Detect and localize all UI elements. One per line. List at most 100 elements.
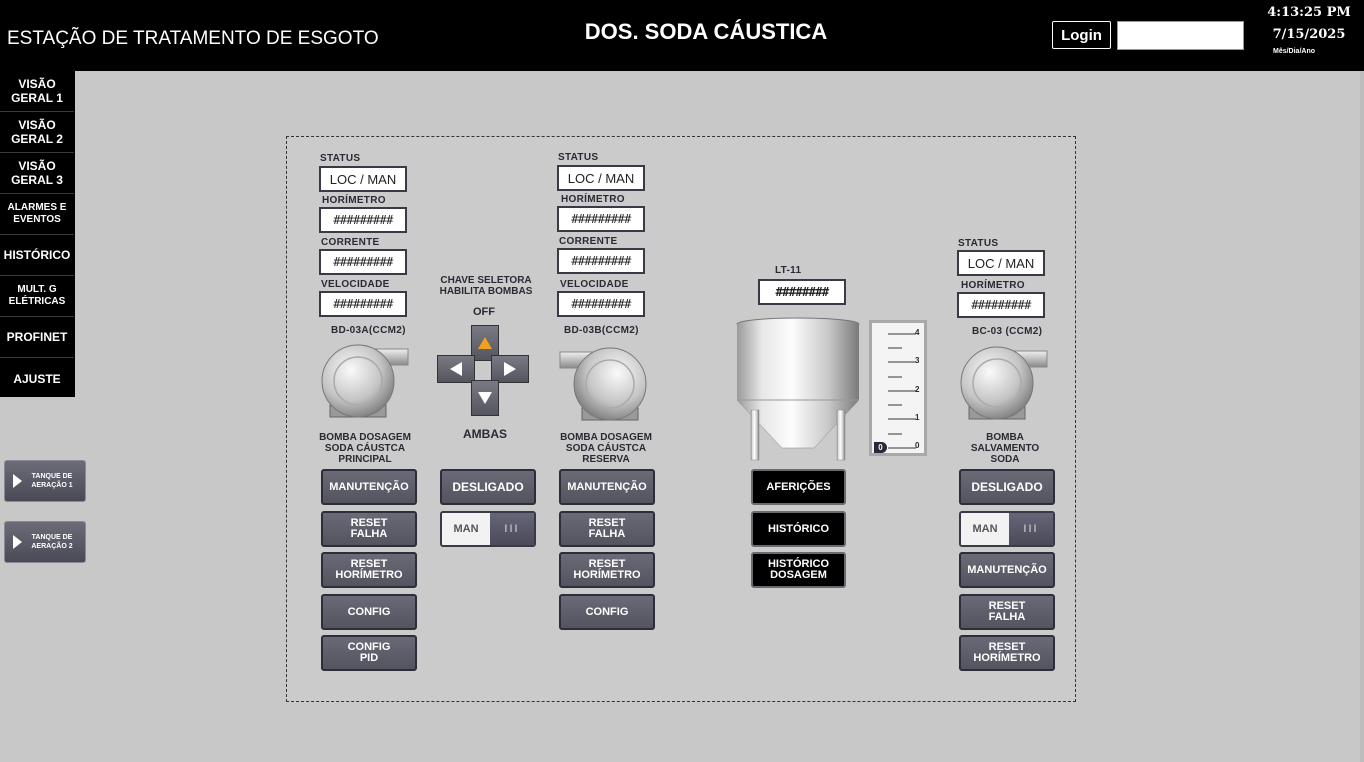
scale-tick-2: 2: [915, 385, 920, 394]
side-button-label: TANQUE DE AERAÇÃO 1: [31, 473, 73, 489]
nav-item-visao-geral-3[interactable]: VISÃO GERAL 3: [0, 153, 74, 194]
pump-b-corrente-field: #########: [557, 248, 645, 274]
nav-item-alarmes[interactable]: ALARMES E EVENTOS: [0, 194, 74, 235]
pump-b-tag: BD-03B(CCM2): [564, 325, 639, 336]
pump-b-velocidade-label: VELOCIDADE: [560, 279, 629, 290]
pump-a-caption: BOMBA DOSAGEM SODA CÁUSTCA PRINCIPAL: [319, 432, 411, 465]
mode-label: MAN: [961, 513, 1009, 545]
pump-a-horimetro-field: #########: [319, 207, 407, 233]
pump-b-config-button[interactable]: CONFIG: [559, 594, 655, 630]
pump-b-caption: BOMBA DOSAGEM SODA CÁUSTCA RESERVA: [560, 432, 652, 465]
pump-b-status-label: STATUS: [558, 152, 599, 163]
pump-a-status-field: LOC / MAN: [319, 166, 407, 192]
nav-item-visao-geral-1[interactable]: VISÃO GERAL 1: [0, 71, 74, 112]
selector-right-button[interactable]: [491, 355, 529, 383]
pump-c-caption: BOMBA SALVAMENTO SODA: [945, 432, 1065, 465]
pump-a-config-pid-button[interactable]: CONFIG PID: [321, 635, 417, 671]
scale-tick-3: 3: [915, 356, 920, 365]
pump-b-corrente-label: CORRENTE: [559, 236, 618, 247]
historico-dosagem-button[interactable]: HISTÓRICO DOSAGEM: [751, 552, 846, 588]
right-edge: [1360, 71, 1364, 762]
nav-item-visao-geral-2[interactable]: VISÃO GERAL 2: [0, 112, 74, 153]
tank-icon: [736, 317, 860, 461]
historico-button[interactable]: HISTÓRICO: [751, 511, 846, 547]
side-button-label: TANQUE DE AERAÇÃO 2: [31, 534, 73, 550]
scale-tick-0: 0: [915, 441, 920, 450]
pump-a-config-button[interactable]: CONFIG: [321, 594, 417, 630]
selector-state-button[interactable]: DESLIGADO: [440, 469, 536, 505]
login-user-field[interactable]: [1117, 21, 1244, 50]
pump-b-reset-falha-button[interactable]: RESET FALHA: [559, 511, 655, 547]
tank-tag: LT-11: [775, 265, 802, 276]
level-scale: 4 3 2 1 0 0: [869, 320, 927, 456]
tanque-aeracao-1-button[interactable]: TANQUE DE AERAÇÃO 1: [4, 460, 86, 502]
pump-a-manutencao-button[interactable]: MANUTENÇÃO: [321, 469, 417, 505]
nav-item-historico[interactable]: HISTÓRICO: [0, 235, 74, 276]
pump-c-reset-horimetro-button[interactable]: RESET HORÍMETRO: [959, 635, 1055, 671]
selector-mode-toggle[interactable]: MAN III: [440, 511, 536, 547]
selector-title: CHAVE SELETORA HABILITA BOMBAS: [439, 275, 533, 297]
pump-b-velocidade-field: #########: [557, 291, 645, 317]
selector-down-button[interactable]: [471, 380, 499, 416]
pump-c-reset-falha-button[interactable]: RESET FALHA: [959, 594, 1055, 630]
pump-c-status-field: LOC / MAN: [957, 250, 1045, 276]
pump-c-horimetro-field: #########: [957, 292, 1045, 318]
pump-c-tag: BC-03 (CCM2): [972, 326, 1043, 337]
pump-c-manutencao-button[interactable]: MANUTENÇÃO: [959, 552, 1055, 588]
selector-left-button[interactable]: [437, 355, 475, 383]
scale-tick-4: 4: [915, 328, 920, 337]
pump-a-reset-horimetro-button[interactable]: RESET HORÍMETRO: [321, 552, 417, 588]
main-nav: VISÃO GERAL 1 VISÃO GERAL 2 VISÃO GERAL …: [0, 71, 75, 397]
nav-item-profinet[interactable]: PROFINET: [0, 317, 74, 358]
pump-b-manutencao-button[interactable]: MANUTENÇÃO: [559, 469, 655, 505]
arrow-left-icon: [450, 362, 462, 376]
button-label: RESET FALHA: [350, 517, 388, 540]
tank-level-field: ########: [758, 279, 846, 305]
level-scale-face: 4 3 2 1 0 0: [872, 323, 924, 453]
pump-c-state-button[interactable]: DESLIGADO: [959, 469, 1055, 505]
pump-b-icon[interactable]: [558, 346, 650, 426]
mode-label: MAN: [442, 513, 490, 545]
button-label: RESET HORÍMETRO: [335, 558, 403, 581]
screen-title: DOS. SODA CÁUSTICA: [584, 19, 828, 44]
pump-b-status-field: LOC / MAN: [557, 165, 645, 191]
afericoes-button[interactable]: AFERIÇÕES: [751, 469, 846, 505]
button-label: RESET HORÍMETRO: [973, 641, 1041, 664]
pump-a-status-label: STATUS: [320, 153, 361, 164]
pump-b-reset-horimetro-button[interactable]: RESET HORÍMETRO: [559, 552, 655, 588]
pump-c-mode-toggle[interactable]: MAN III: [959, 511, 1055, 547]
arrow-right-icon: [504, 362, 516, 376]
pump-a-horimetro-label: HORÍMETRO: [322, 195, 386, 206]
nav-item-mult-eletricas[interactable]: MULT. G ELÉTRICAS: [0, 276, 74, 317]
arrow-up-icon: [478, 337, 492, 349]
nav-item-ajuste[interactable]: AJUSTE: [0, 358, 74, 399]
level-marker: 0: [874, 442, 887, 453]
pump-c-horimetro-label: HORÍMETRO: [961, 280, 1025, 291]
login-button[interactable]: Login: [1052, 21, 1111, 49]
toggle-grip-icon: III: [1009, 513, 1053, 545]
arrow-down-icon: [478, 392, 492, 404]
selector-ambas-label: AMBAS: [463, 427, 507, 441]
play-icon: [13, 535, 22, 549]
button-label: HISTÓRICO DOSAGEM: [767, 558, 830, 581]
play-icon: [13, 474, 22, 488]
button-label: CONFIG PID: [347, 641, 391, 664]
pump-a-velocidade-label: VELOCIDADE: [321, 279, 390, 290]
pump-a-reset-falha-button[interactable]: RESET FALHA: [321, 511, 417, 547]
tanque-aeracao-2-button[interactable]: TANQUE DE AERAÇÃO 2: [4, 521, 86, 563]
button-label: RESET FALHA: [588, 517, 626, 540]
date-format-label: Mês/Dia/Ano: [1272, 48, 1315, 55]
clock-time: 4:13:25 PM: [1267, 5, 1351, 20]
pump-b-horimetro-label: HORÍMETRO: [561, 194, 625, 205]
scale-tick-1: 1: [915, 413, 920, 422]
pump-a-corrente-field: #########: [319, 249, 407, 275]
pump-a-velocidade-field: #########: [319, 291, 407, 317]
pump-a-tag: BD-03A(CCM2): [331, 325, 406, 336]
pump-a-corrente-label: CORRENTE: [321, 237, 380, 248]
button-label: RESET FALHA: [988, 600, 1026, 623]
toggle-grip-icon: III: [490, 513, 534, 545]
pump-c-caption-text: BOMBA SALVAMENTO SODA: [970, 432, 1040, 465]
selector-off-label: OFF: [473, 306, 495, 318]
pump-c-icon[interactable]: [957, 345, 1049, 425]
pump-a-icon[interactable]: [318, 343, 410, 423]
